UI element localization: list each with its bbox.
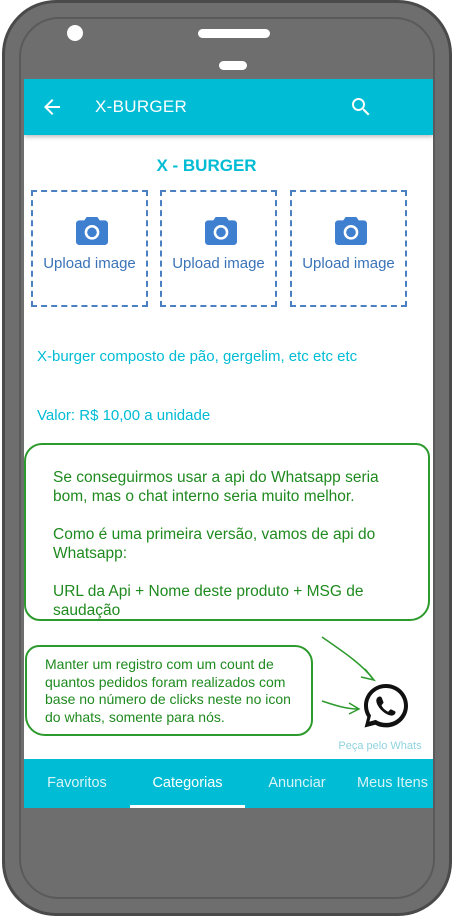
- product-description: X-burger composto de pão, gergelim, etc …: [37, 348, 358, 365]
- camera-icon: [76, 217, 108, 245]
- annotation-text: Como é uma primeira versão, vamos de api…: [53, 526, 376, 562]
- upload-image-label: Upload image: [172, 255, 265, 272]
- annotation-note-api: Se conseguirmos usar a api do Whatsapp s…: [24, 443, 430, 621]
- camera-icon: [205, 217, 237, 245]
- proximity-sensor: [219, 61, 247, 70]
- product-price: Valor: R$ 10,00 a unidade: [37, 407, 211, 424]
- active-tab-indicator: [130, 805, 245, 808]
- bottom-navigation: Favoritos Categorias Anunciar Meus Itens: [24, 759, 433, 808]
- tab-categorias[interactable]: Categorias: [130, 759, 245, 808]
- upload-image-label: Upload image: [43, 255, 136, 272]
- upload-image-slot-1[interactable]: Upload image: [31, 190, 148, 307]
- tab-anunciar[interactable]: Anunciar: [245, 759, 349, 808]
- page-title: X-BURGER: [95, 97, 188, 116]
- upload-image-label: Upload image: [302, 255, 395, 272]
- whatsapp-icon[interactable]: [361, 681, 411, 731]
- camera-icon: [335, 217, 367, 245]
- product-title: X - BURGER: [156, 156, 257, 175]
- front-camera: [67, 25, 83, 41]
- tab-favoritos[interactable]: Favoritos: [24, 759, 130, 808]
- whatsapp-order-label: Peça pelo Whats: [338, 740, 422, 752]
- annotation-text: URL da Api + Nome deste produto + MSG de…: [53, 583, 364, 619]
- search-icon[interactable]: [349, 95, 373, 119]
- tab-meus-itens[interactable]: Meus Itens: [349, 759, 433, 808]
- arrow-back-icon[interactable]: [40, 95, 64, 119]
- annotation-note-counter: Manter um registro com um count de quant…: [25, 645, 313, 736]
- app-bar: X-BURGER: [24, 79, 433, 135]
- earpiece-speaker: [198, 29, 270, 38]
- annotation-text: Se conseguirmos usar a api do Whatsapp s…: [53, 469, 379, 505]
- upload-image-slot-2[interactable]: Upload image: [160, 190, 277, 307]
- app-screen: X-BURGER X - BURGER Upload image Upload …: [24, 79, 433, 808]
- annotation-text: Manter um registro com um count de quant…: [45, 656, 291, 725]
- upload-image-slot-3[interactable]: Upload image: [290, 190, 407, 307]
